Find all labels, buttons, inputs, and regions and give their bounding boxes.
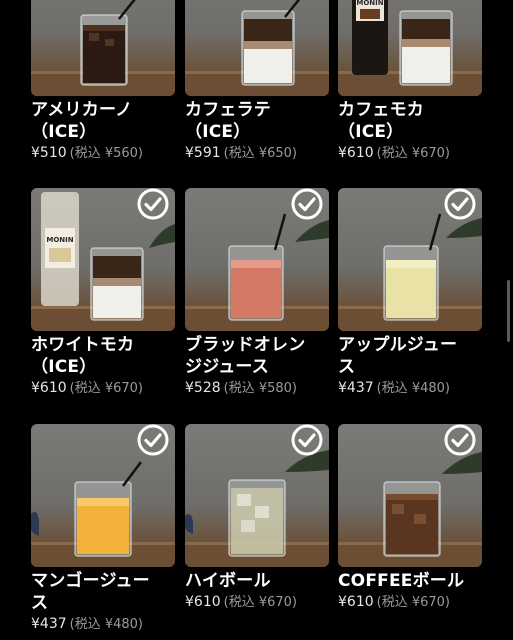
price-tax-included: (税込 ¥670) [376,146,451,161]
product-photo [31,424,175,567]
item-price: ¥610 (税込 ¥670) [338,143,482,164]
product-photo: MONIN [338,0,482,96]
price-tax-included: (税込 ¥670) [69,381,144,396]
price-tax-included: (税込 ¥650) [223,146,298,161]
item-name: カフェモカ （ICE） [338,100,424,142]
price-value: ¥610 [338,145,374,161]
price-tax-included: (税込 ¥560) [69,146,144,161]
item-price: ¥510 (税込 ¥560) [31,143,175,164]
product-photo [338,188,482,331]
product-photo [338,424,482,567]
item-price: ¥437 (税込 ¥480) [31,614,175,635]
check-circle-icon [444,188,476,220]
check-circle-icon [137,188,169,220]
menu-item-highball[interactable]: ハイボール ¥610 (税込 ¥670) [185,424,329,613]
check-circle-icon [137,424,169,456]
product-photo [185,424,329,567]
menu-page: アメリカーノ （ICE） ¥510 (税込 ¥560) カフェラテ （ICE） ¥… [0,0,513,640]
scrollbar-thumb[interactable] [507,280,510,342]
menu-item-cafe-latte[interactable]: カフェラテ （ICE） ¥591 (税込 ¥650) [185,0,329,164]
price-value: ¥610 [31,380,67,396]
item-price: ¥610 (税込 ¥670) [338,592,482,613]
price-value: ¥437 [31,616,67,632]
product-photo [185,188,329,331]
item-name: マンゴージュー ス [31,571,150,613]
item-name: ブラッドオレン ジジュース [185,335,306,377]
menu-item-cafe-mocha[interactable]: MONIN カフェモカ （ICE） ¥610 (税込 ¥670) [338,0,482,164]
price-value: ¥510 [31,145,67,161]
menu-item-mango-juice[interactable]: マンゴージュー ス ¥437 (税込 ¥480) [31,424,175,635]
check-circle-icon [444,424,476,456]
check-circle-icon [291,188,323,220]
bottle-label: MONIN [46,236,73,244]
menu-item-coffee-ball[interactable]: COFFEEボール ¥610 (税込 ¥670) [338,424,482,613]
bottle-label: MONIN [356,0,383,7]
item-price: ¥591 (税込 ¥650) [185,143,329,164]
price-tax-included: (税込 ¥480) [376,381,451,396]
item-name: アップルジュー ス [338,335,458,377]
item-name: カフェラテ （ICE） [185,100,271,142]
product-photo: MONIN [31,188,175,331]
price-value: ¥437 [338,380,374,396]
price-tax-included: (税込 ¥480) [69,617,144,632]
price-tax-included: (税込 ¥670) [376,595,451,610]
item-price: ¥610 (税込 ¥670) [31,378,175,399]
item-price: ¥437 (税込 ¥480) [338,378,482,399]
price-value: ¥591 [185,145,221,161]
price-value: ¥610 [338,594,374,610]
item-name: ホワイトモカ （ICE） [31,335,135,377]
item-price: ¥610 (税込 ¥670) [185,592,329,613]
price-tax-included: (税込 ¥580) [223,381,298,396]
item-price: ¥528 (税込 ¥580) [185,378,329,399]
check-circle-icon [291,424,323,456]
item-name: ハイボール [185,571,271,591]
product-photo [31,0,175,96]
item-name: アメリカーノ （ICE） [31,100,133,142]
menu-item-apple-juice[interactable]: アップルジュー ス ¥437 (税込 ¥480) [338,188,482,399]
price-value: ¥610 [185,594,221,610]
menu-item-white-mocha[interactable]: MONIN ホワイトモカ （ICE） ¥610 (税込 ¥670) [31,188,175,399]
menu-item-americano[interactable]: アメリカーノ （ICE） ¥510 (税込 ¥560) [31,0,175,164]
item-name: COFFEEボール [338,571,465,591]
menu-item-blood-orange-juice[interactable]: ブラッドオレン ジジュース ¥528 (税込 ¥580) [185,188,329,399]
product-photo [185,0,329,96]
price-tax-included: (税込 ¥670) [223,595,298,610]
price-value: ¥528 [185,380,221,396]
